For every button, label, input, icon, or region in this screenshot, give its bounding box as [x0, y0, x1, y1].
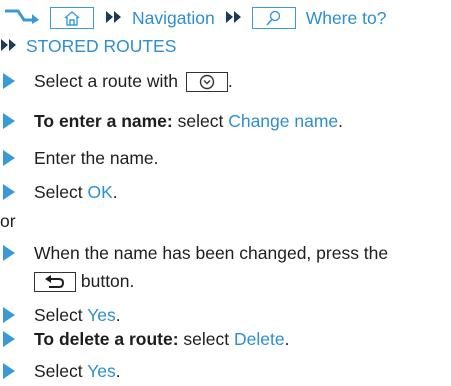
search-key [251, 7, 296, 29]
step-text-end: . [115, 361, 121, 381]
step-type-name: Enter the name. [0, 144, 434, 172]
step-text: When the name has been changed, press th… [34, 243, 389, 263]
menu-item-delete: Delete [234, 329, 285, 349]
step-arrow-icon [3, 307, 15, 323]
step-text: Select [34, 361, 88, 381]
step-arrow-icon [3, 184, 15, 200]
step-text: Select a route with [34, 71, 178, 91]
step-press-back: When the name has been changed, press th… [0, 239, 434, 295]
back-key [34, 272, 76, 293]
menu-item-yes: Yes [87, 305, 116, 325]
double-chevron-right-icon [105, 8, 123, 29]
menu-item-yes: Yes [87, 361, 116, 381]
navigation-path-continued: STORED ROUTES [0, 33, 176, 59]
step-text: Select [34, 182, 88, 202]
step-arrow-icon [3, 331, 15, 347]
double-chevron-right-icon [0, 36, 18, 57]
double-chevron-right-icon [225, 8, 243, 29]
step-arrow-icon [3, 73, 15, 89]
nav-item-navigation: Navigation [132, 7, 215, 28]
menu-item-ok: OK [87, 182, 113, 202]
select-knob-key [185, 72, 228, 93]
step-text-end: button. [76, 271, 135, 291]
step-confirm-yes: Select Yes. [0, 357, 434, 385]
menu-item-change-name: Change name [228, 111, 339, 131]
chevron-down-circle-icon [199, 75, 215, 90]
step-delete-route: To delete a route: select Delete. [0, 325, 434, 353]
step-enter-name: To enter a name: select Change name. [0, 107, 434, 135]
step-text-end: . [338, 111, 344, 131]
step-select-route: Select a route with . [0, 67, 434, 95]
step-text: select [172, 111, 229, 131]
step-heading: To enter a name: [34, 111, 173, 131]
nav-item-where-to: Where to? [305, 7, 387, 28]
home-icon [64, 11, 80, 26]
step-text-end: . [227, 71, 233, 91]
home-key [50, 7, 94, 29]
step-select-ok: Select OK. [0, 178, 434, 206]
step-arrow-icon [3, 245, 15, 261]
step-text: Select [34, 305, 88, 325]
step-text-end: . [115, 305, 121, 325]
step-text-end: . [112, 182, 118, 202]
step-heading: To delete a route: [34, 329, 179, 349]
right-angle-arrow-icon [4, 8, 40, 29]
step-text-end: . [284, 329, 290, 349]
step-arrow-icon [3, 150, 15, 166]
step-arrow-icon [3, 113, 15, 129]
alternative-separator: or [0, 211, 16, 231]
navigation-path: Navigation Where to? [0, 3, 386, 33]
step-arrow-icon [3, 363, 15, 379]
step-text: Enter the name. [34, 148, 159, 168]
nav-item-stored-routes: STORED ROUTES [26, 35, 177, 56]
back-arrow-icon [45, 275, 65, 289]
magnifier-icon [266, 10, 280, 26]
step-text: select [178, 329, 235, 349]
